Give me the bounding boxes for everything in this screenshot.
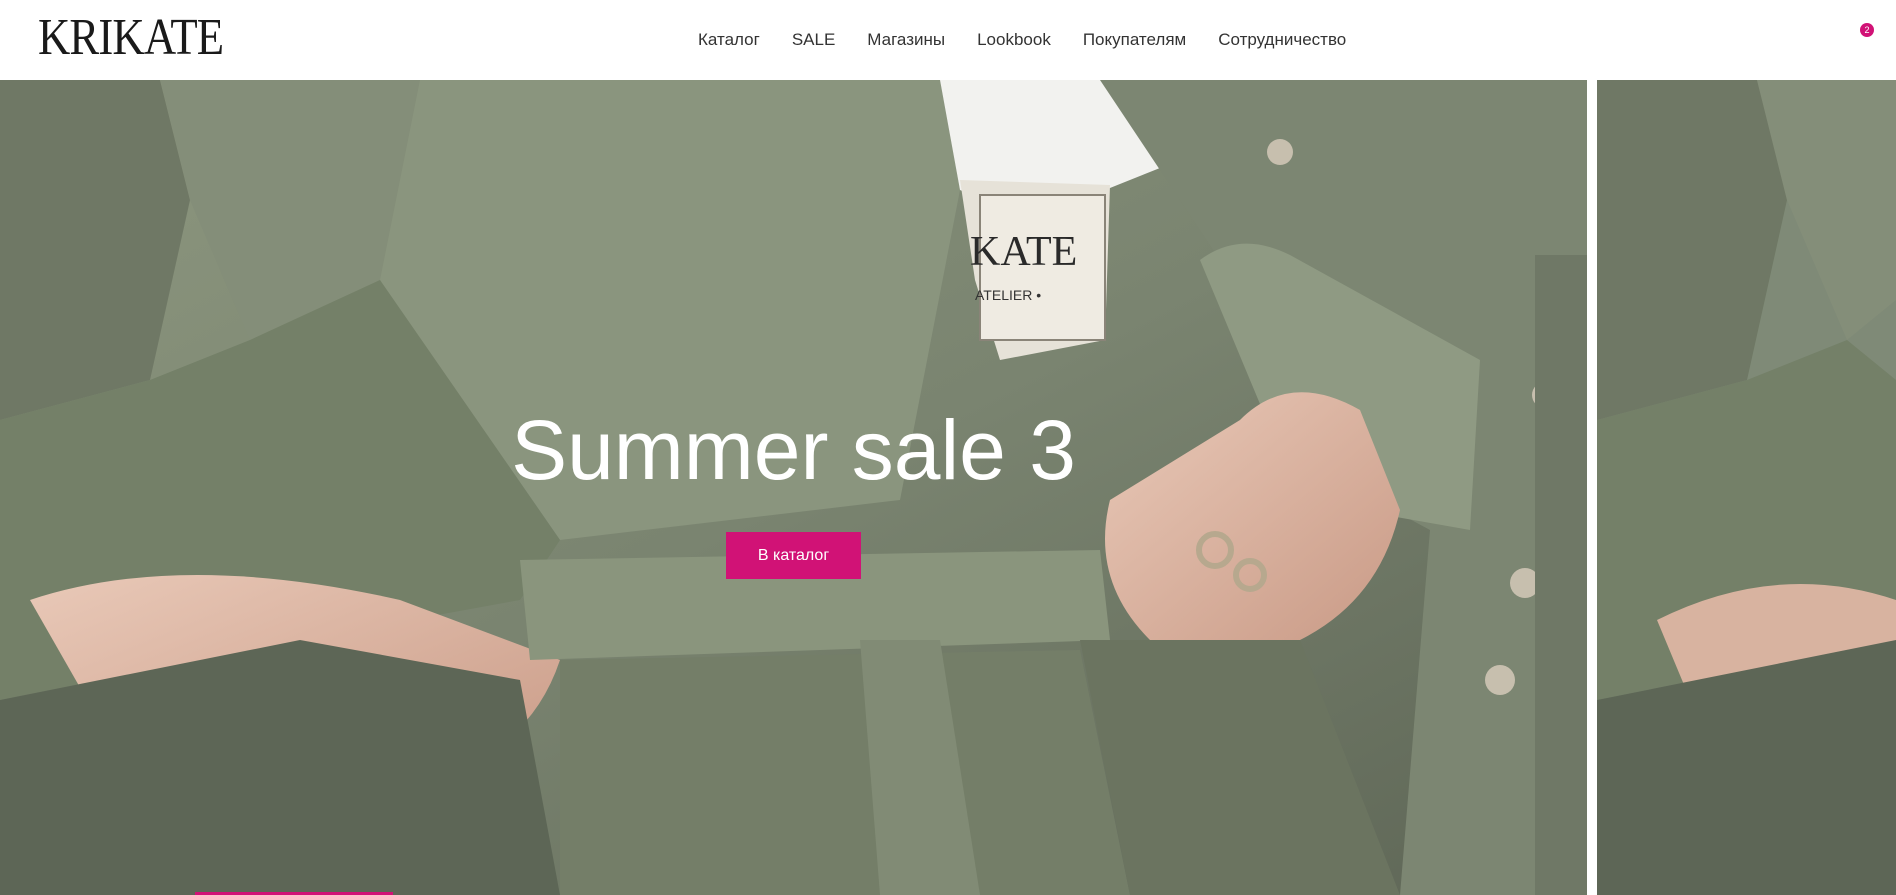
nav-item-cooperation[interactable]: Сотрудничество [1218, 28, 1346, 52]
garment-label-brand: KATE [970, 229, 1077, 275]
nav-item-stores[interactable]: Магазины [867, 28, 945, 52]
main-nav: Каталог SALE Магазины Lookbook Покупател… [698, 28, 1378, 52]
nav-item-customers[interactable]: Покупателям [1083, 28, 1186, 52]
garment-label-sub: ATELIER • [975, 287, 1041, 303]
to-catalog-button[interactable]: В каталог [726, 532, 861, 579]
nav-item-sale[interactable]: SALE [792, 28, 835, 52]
next-slide-peek[interactable] [1597, 80, 1896, 895]
hero-title: Summer sale 3 [511, 403, 1076, 497]
nav-item-lookbook[interactable]: Lookbook [977, 28, 1051, 52]
nav-item-catalog[interactable]: Каталог [698, 28, 760, 52]
brand-logo[interactable]: KRIKATE [38, 12, 224, 64]
next-slide-photo [1597, 80, 1896, 895]
site-header: KRIKATE Каталог SALE Магазины Lookbook П… [0, 0, 1896, 80]
hero-slide[interactable]: KATE ATELIER • Summer sale 3 В каталог [0, 80, 1587, 895]
cart-count-badge[interactable]: 2 [1860, 23, 1874, 37]
